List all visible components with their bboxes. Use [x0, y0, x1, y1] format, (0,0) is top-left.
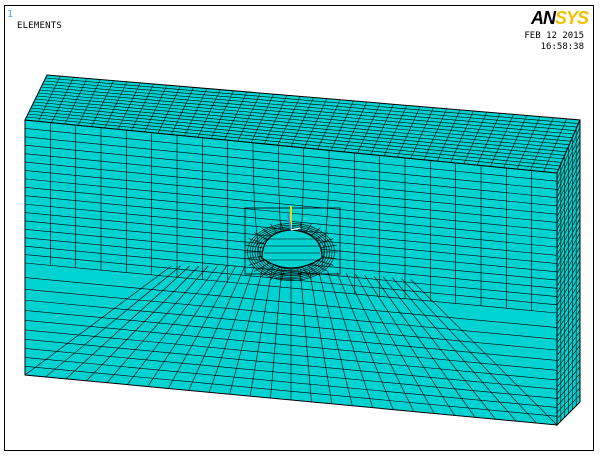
plot-label: ELEMENTS: [17, 21, 62, 31]
finite-element-mesh[interactable]: [0, 0, 600, 457]
date-stamp: FEB 12 2015: [524, 31, 584, 41]
logo-part-an: AN: [531, 8, 556, 28]
ansys-logo: ANSYS: [531, 8, 589, 29]
logo-part-sys: SYS: [555, 8, 589, 28]
graphics-viewport[interactable]: 1 ELEMENTS ANSYS FEB 12 2015 16:58:38: [0, 0, 600, 457]
window-number: 1: [7, 9, 14, 20]
time-stamp: 16:58:38: [540, 42, 584, 52]
